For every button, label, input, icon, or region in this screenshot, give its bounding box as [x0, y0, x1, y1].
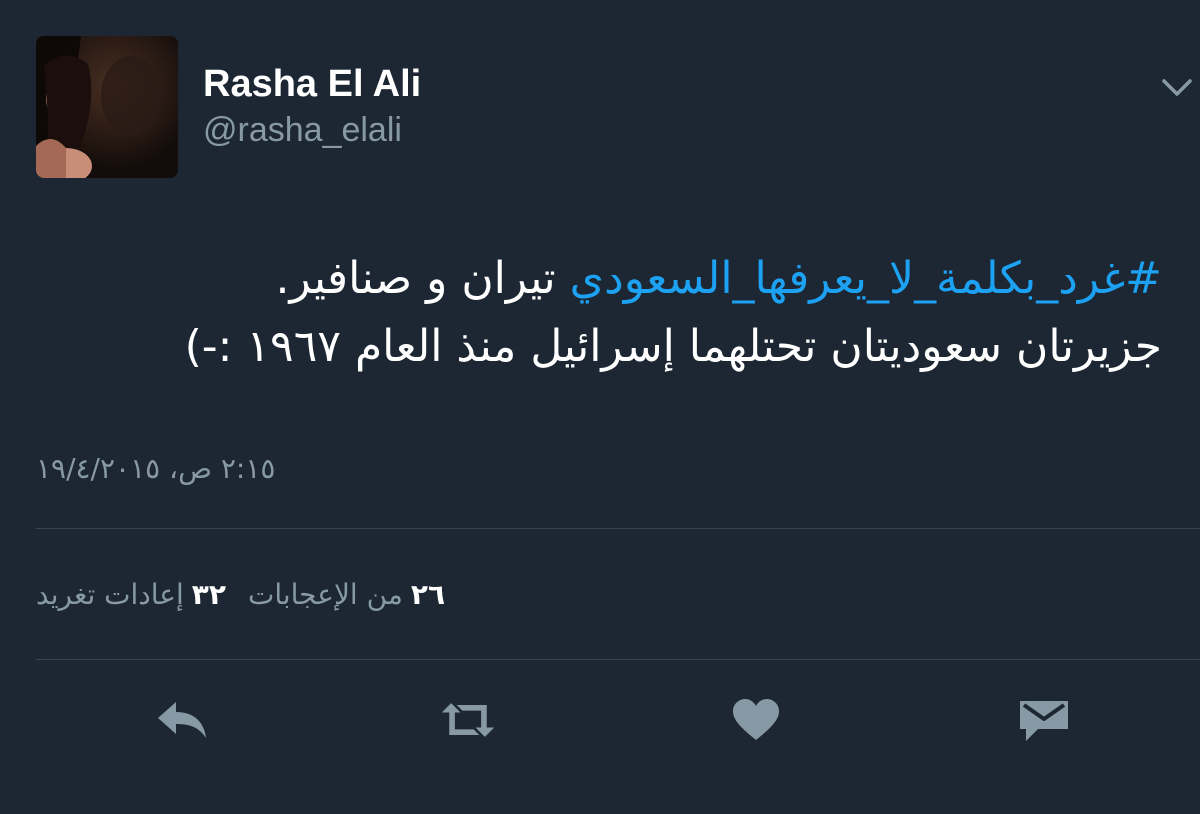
retweet-icon [441, 703, 495, 737]
likes-label: من الإعجابات [247, 578, 403, 611]
retweets-label: إعادات تغريد [36, 578, 184, 611]
reply-button[interactable] [152, 690, 212, 750]
tweet-stats: ٢٦ من الإعجابات ٣٢ إعادات تغريد [36, 575, 445, 615]
retweet-button[interactable] [438, 690, 498, 750]
heart-icon [733, 699, 779, 740]
likes-stat[interactable]: ٢٦ من الإعجابات [248, 575, 445, 615]
tweet-actions [0, 690, 1200, 760]
tweet-line-1-text: تيران و صنافير. [275, 253, 570, 304]
direct-message-button[interactable] [1014, 690, 1074, 750]
retweets-stat[interactable]: ٣٢ إعادات تغريد [36, 575, 226, 615]
like-button[interactable] [726, 690, 786, 750]
divider [36, 528, 1200, 529]
avatar-photo [36, 36, 178, 178]
hashtag-link[interactable]: #غرد_بكلمة_لا_يعرفها_السعودي [570, 253, 1162, 304]
tweet-text: #غرد_بكلمة_لا_يعرفها_السعودي تيران و صنا… [38, 245, 1162, 381]
envelope-icon [1020, 701, 1068, 741]
user-handle[interactable]: @rasha_elali [203, 110, 402, 150]
display-name[interactable]: Rasha El Ali [203, 62, 421, 106]
tweet-line-2: جزيرتان سعوديتان تحتلهما إسرائيل منذ الع… [184, 321, 1162, 372]
likes-count: ٢٦ [410, 578, 446, 611]
tweet-line-1: #غرد_بكلمة_لا_يعرفها_السعودي تيران و صنا… [38, 245, 1163, 313]
chevron-down-icon[interactable] [1158, 72, 1196, 102]
divider [36, 659, 1200, 660]
retweets-count: ٣٢ [191, 578, 226, 611]
tweet-timestamp: ٢:١٥ ص، ١٩/٤/٢٠١٥ [36, 452, 276, 485]
avatar[interactable] [36, 36, 178, 178]
tweet-detail-page: Rasha El Ali @rasha_elali #غرد_بكلمة_لا_… [0, 0, 1200, 814]
reply-icon [158, 702, 206, 738]
